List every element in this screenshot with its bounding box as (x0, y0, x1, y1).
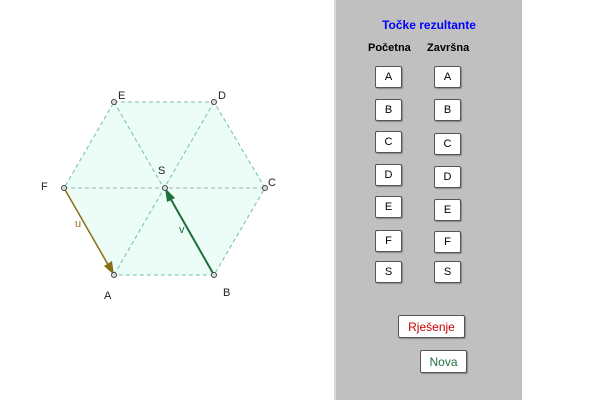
label-v: v (179, 224, 185, 236)
end-button-d[interactable]: D (434, 166, 461, 188)
end-button-f[interactable]: F (434, 231, 461, 253)
point-e[interactable] (111, 99, 117, 105)
end-button-c[interactable]: C (434, 133, 461, 155)
point-d[interactable] (211, 99, 217, 105)
solution-button[interactable]: Rješenje (398, 315, 465, 338)
point-c[interactable] (262, 185, 268, 191)
start-button-e[interactable]: E (375, 196, 402, 218)
label-c: C (268, 177, 276, 189)
label-f: F (41, 181, 48, 193)
new-button[interactable]: Nova (420, 350, 467, 373)
panel-title: Točke rezultante (382, 18, 476, 32)
point-b[interactable] (211, 272, 217, 278)
end-button-s[interactable]: S (434, 261, 461, 283)
end-button-e[interactable]: E (434, 199, 461, 221)
label-s: S (158, 165, 165, 177)
start-button-b[interactable]: B (375, 99, 402, 121)
start-button-s[interactable]: S (375, 261, 402, 283)
start-button-a[interactable]: A (375, 66, 402, 88)
end-button-a[interactable]: A (434, 66, 461, 88)
end-column-header: Završna (427, 42, 470, 54)
end-button-b[interactable]: B (434, 99, 461, 121)
start-button-c[interactable]: C (375, 131, 402, 153)
start-column-header: Početna (368, 42, 411, 54)
control-panel: Točke rezultante Početna Završna A B C D… (336, 0, 522, 400)
label-e: E (118, 90, 125, 102)
start-button-f[interactable]: F (375, 230, 402, 252)
label-b: B (223, 287, 230, 299)
point-a[interactable] (111, 272, 117, 278)
point-f[interactable] (61, 185, 67, 191)
label-d: D (218, 90, 226, 102)
label-a: A (104, 290, 112, 302)
start-button-d[interactable]: D (375, 164, 402, 186)
label-u: u (75, 218, 81, 230)
point-s[interactable] (162, 185, 168, 191)
geometry-canvas: E D C B A F S u v (41, 90, 276, 302)
